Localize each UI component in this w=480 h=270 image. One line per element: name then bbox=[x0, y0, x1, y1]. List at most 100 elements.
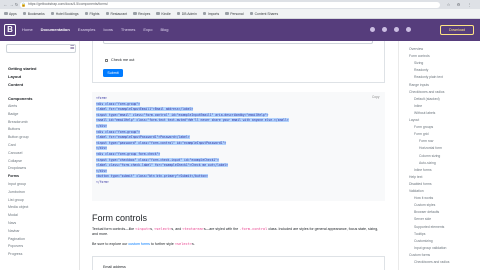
toc-item[interactable]: Validation bbox=[409, 189, 424, 193]
bookmark-item[interactable]: Restaurant bbox=[105, 12, 127, 16]
sidebar-item[interactable]: Navs bbox=[8, 221, 16, 225]
bookmark-item[interactable]: Hotel Bookings bbox=[50, 12, 79, 16]
copy-button[interactable]: Copy bbox=[372, 95, 379, 99]
star-icon[interactable]: ☆ bbox=[446, 2, 451, 7]
toc-item[interactable]: Form controls bbox=[409, 54, 430, 58]
bookmark-icon bbox=[84, 11, 89, 16]
toc-item[interactable]: Tooltips bbox=[414, 232, 426, 236]
toc-item[interactable]: Sizing bbox=[414, 61, 423, 65]
bootstrap-logo[interactable]: B bbox=[4, 24, 16, 36]
bookmark-item[interactable]: Bookmarks bbox=[22, 11, 45, 16]
twitter-icon[interactable] bbox=[382, 27, 387, 32]
submit-button[interactable]: Submit bbox=[103, 69, 123, 77]
sidebar-item[interactable]: Media object bbox=[8, 205, 28, 209]
bookmark-item[interactable]: Recipes bbox=[133, 12, 150, 16]
checkbox-label: Check me out bbox=[111, 58, 135, 62]
sidebar-item[interactable]: Alerts bbox=[8, 104, 17, 108]
sidebar-group[interactable]: Content bbox=[8, 82, 23, 87]
menu-icon[interactable]: ⋮ bbox=[467, 2, 472, 7]
sidebar-item[interactable]: Dropdowns bbox=[8, 166, 26, 170]
sidebar-item[interactable]: Carousel bbox=[8, 151, 22, 155]
sidebar-item[interactable]: Navbar bbox=[8, 229, 20, 233]
toc-item[interactable]: Range inputs bbox=[409, 83, 429, 87]
toc-item[interactable]: Help text bbox=[409, 175, 422, 179]
sidebar-item[interactable]: Modal bbox=[8, 213, 18, 217]
toc-item[interactable]: Readonly bbox=[414, 68, 428, 72]
bookmark-item[interactable]: Apps bbox=[4, 12, 17, 16]
toc-item[interactable]: Input group validation bbox=[414, 246, 446, 250]
sidebar-item[interactable]: Card bbox=[8, 143, 16, 147]
toc-item[interactable]: Supported elements bbox=[414, 225, 444, 229]
toc-item[interactable]: Inline bbox=[414, 104, 422, 108]
toc-item[interactable]: Layout bbox=[409, 118, 419, 122]
toc-item[interactable]: Checkboxes and radios bbox=[414, 260, 449, 264]
toc-item[interactable]: How it works bbox=[414, 196, 433, 200]
sidebar-item[interactable]: List group bbox=[8, 198, 24, 202]
sidebar-item[interactable]: Breadcrumb bbox=[8, 120, 28, 124]
toc-item[interactable]: Readonly plain text bbox=[414, 75, 443, 79]
password-field[interactable] bbox=[103, 41, 373, 44]
search-input[interactable] bbox=[6, 44, 76, 53]
address-bar[interactable]: 🔒 https://getbootstrap.com/docs/4.5/comp… bbox=[20, 1, 440, 8]
nav-link-documentation[interactable]: Documentation bbox=[41, 27, 70, 32]
toc-item[interactable]: Form grid bbox=[414, 132, 429, 136]
code-line: <div class="form-group form-check"> bbox=[96, 152, 161, 156]
sidebar-item[interactable]: Badge bbox=[8, 112, 18, 116]
custom-forms-link[interactable]: custom forms bbox=[128, 242, 150, 246]
sidebar-item[interactable]: Button group bbox=[8, 135, 29, 139]
extensions-icon[interactable]: ⚙ bbox=[456, 2, 461, 7]
toc-item[interactable]: Disabled forms bbox=[409, 182, 432, 186]
opencollective-icon[interactable] bbox=[406, 27, 411, 32]
nav-link-home[interactable]: Home bbox=[22, 27, 33, 32]
reload-icon[interactable]: ↻ bbox=[14, 2, 19, 7]
back-icon[interactable]: ← bbox=[3, 2, 8, 7]
p1-text: s—are styled with the bbox=[203, 227, 240, 231]
sidebar-group[interactable]: Layout bbox=[8, 74, 21, 79]
select-code: <select> bbox=[154, 227, 172, 231]
sidebar-group-components[interactable]: Components bbox=[8, 96, 32, 101]
checkbox[interactable] bbox=[105, 59, 108, 62]
toc-item[interactable]: Overview bbox=[409, 47, 423, 51]
bookmark-item[interactable]: Content Shares bbox=[249, 12, 278, 16]
bookmark-item[interactable]: Flights bbox=[84, 11, 100, 16]
nav-link-icons[interactable]: Icons bbox=[103, 27, 113, 32]
sidebar-item[interactable]: Popovers bbox=[8, 244, 23, 248]
sidebar-item[interactable]: Pagination bbox=[8, 237, 25, 241]
nav-link-themes[interactable]: Themes bbox=[121, 27, 135, 32]
bookmark-icon bbox=[22, 11, 27, 16]
toc-item[interactable]: Server side bbox=[414, 217, 431, 221]
download-button[interactable]: Download bbox=[440, 25, 474, 35]
sidebar-item[interactable]: Buttons bbox=[8, 127, 20, 131]
bookmark-item[interactable]: Imports bbox=[202, 12, 219, 16]
nav-link-blog[interactable]: Blog bbox=[161, 27, 169, 32]
toc-item[interactable]: Form groups bbox=[414, 125, 433, 129]
nav-link-expo[interactable]: Expo bbox=[143, 27, 152, 32]
bookmark-item[interactable]: Kindle bbox=[156, 12, 171, 16]
slack-icon[interactable] bbox=[394, 27, 399, 32]
toc-item[interactable]: Customizing bbox=[414, 239, 433, 243]
toc-item[interactable]: Auto-sizing bbox=[419, 161, 436, 165]
sidebar-item[interactable]: Forms bbox=[8, 174, 19, 178]
sidebar-item[interactable]: Input group bbox=[8, 182, 26, 186]
bookmark-item[interactable]: Personal bbox=[225, 12, 244, 16]
toc-item[interactable]: Custom styles bbox=[414, 203, 435, 207]
toc-item[interactable]: Default (stacked) bbox=[414, 97, 440, 101]
toc-item[interactable]: Inline forms bbox=[414, 168, 432, 172]
github-icon[interactable] bbox=[370, 27, 375, 32]
sidebar-item[interactable]: Jumbotron bbox=[8, 190, 25, 194]
toc-item[interactable]: Form row bbox=[419, 139, 433, 143]
sidebar-group[interactable]: Getting started bbox=[8, 66, 36, 71]
toc-item[interactable]: Custom forms bbox=[409, 253, 430, 257]
code-line: </div> bbox=[96, 124, 108, 128]
nav-link-examples[interactable]: Examples bbox=[78, 27, 96, 32]
sidebar-item[interactable]: Collapse bbox=[8, 159, 22, 163]
p2-text: Be sure to explore our bbox=[92, 242, 129, 246]
menu-toggle-icon[interactable]: ☰ bbox=[70, 44, 76, 53]
toc-item[interactable]: Horizontal form bbox=[419, 146, 442, 150]
sidebar-item[interactable]: Progress bbox=[8, 252, 22, 256]
toc-item[interactable]: Without labels bbox=[414, 111, 435, 115]
toc-item[interactable]: Column sizing bbox=[419, 154, 440, 158]
toc-item[interactable]: Checkboxes and radios bbox=[409, 90, 444, 94]
bookmark-item[interactable]: DB Admin bbox=[176, 12, 197, 16]
toc-item[interactable]: Browser defaults bbox=[414, 210, 439, 214]
